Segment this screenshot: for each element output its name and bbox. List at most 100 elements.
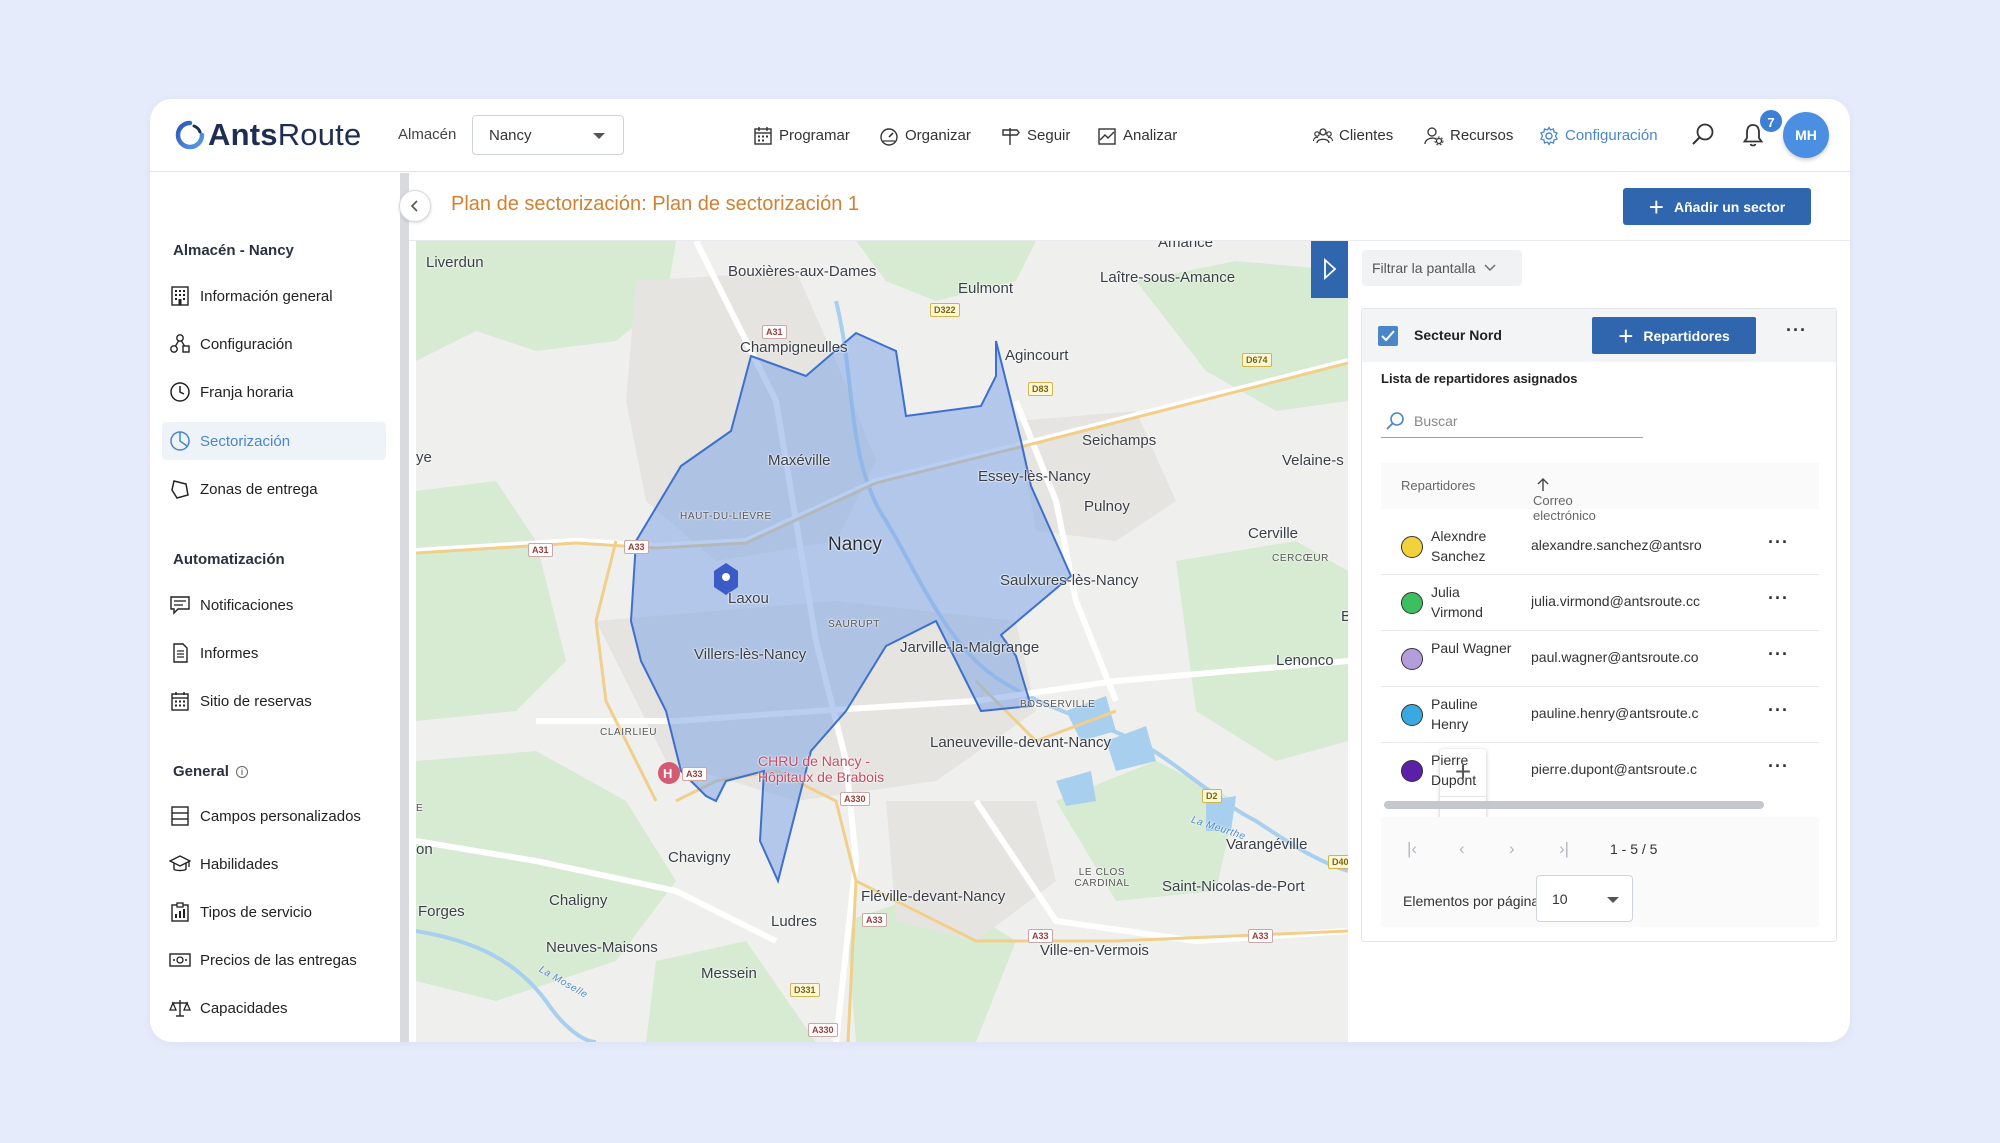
sidebar-item-precios-de-las-entregas[interactable]: Precios de las entregas	[162, 941, 386, 979]
driver-color-dot	[1401, 704, 1423, 726]
sidebar-item-informes[interactable]: Informes	[162, 634, 386, 672]
sidebar-item-campos-personalizados[interactable]: Campos personalizados	[162, 797, 386, 835]
map-place-label: Villers-lès-Nancy	[694, 646, 807, 663]
nav-organizar[interactable]: Organizar	[879, 99, 971, 172]
sidebar-item-habilidades[interactable]: Habilidades	[162, 845, 386, 883]
sidebar-item-configuracion[interactable]: Configuración	[162, 325, 386, 363]
items-per-page-select[interactable]: 10	[1536, 875, 1633, 922]
road-shield: D83	[1028, 382, 1053, 396]
row-more-options-icon[interactable]: ···	[1768, 532, 1789, 553]
signpost-icon	[1002, 127, 1020, 145]
sidebar-item-informacion-general[interactable]: Información general	[162, 277, 386, 315]
row-more-options-icon[interactable]: ···	[1768, 588, 1789, 609]
nav-configuracion[interactable]: Configuración	[1531, 99, 1666, 172]
resources-icon	[1424, 126, 1444, 145]
driver-name: Paul Wagner	[1431, 640, 1512, 656]
clipboard-icon	[171, 902, 189, 922]
map-district-label: SAURUPT	[828, 619, 880, 630]
table-horizontal-scrollbar[interactable]	[1384, 801, 1764, 809]
last-page-icon[interactable]: ›|	[1559, 839, 1569, 859]
row-more-options-icon[interactable]: ···	[1768, 644, 1789, 665]
notification-count-badge: 7	[1758, 108, 1784, 134]
sidebar-item-sectorizacion[interactable]: Sectorización	[162, 422, 386, 460]
nav-analizar-label: Analizar	[1123, 127, 1178, 144]
map-place-label: Amance	[1158, 241, 1214, 251]
search-icon[interactable]	[1689, 121, 1717, 149]
clock-icon	[170, 382, 190, 402]
road-shield: A33	[1028, 929, 1053, 943]
driver-color-dot	[1401, 592, 1423, 614]
table-row[interactable]: Paul Wagner paul.wagner@antsroute.co ···	[1381, 631, 1819, 687]
nav-recursos[interactable]: Recursos	[1424, 99, 1513, 172]
logo-ring-icon	[175, 120, 205, 150]
sidebar-section-general: General i	[173, 763, 249, 780]
warehouse-select[interactable]: Nancy	[472, 115, 624, 155]
map-place-label: Champigneulles	[740, 339, 848, 356]
nav-clientes[interactable]: Clientes	[1313, 99, 1393, 172]
table-row[interactable]: Pierre Dupont pierre.dupont@antsroute.c …	[1381, 743, 1819, 799]
map-place-label: Ville-en-Vermois	[1040, 942, 1149, 959]
graduation-cap-icon	[169, 855, 191, 872]
collapse-sidebar-button[interactable]	[399, 190, 431, 222]
nav-organizar-label: Organizar	[905, 127, 971, 144]
driver-name: Pauline Henry	[1431, 696, 1478, 732]
row-more-options-icon[interactable]: ···	[1768, 756, 1789, 777]
sidebar-item-label: Franja horaria	[200, 383, 294, 401]
dashboard-gauge-icon	[880, 127, 898, 146]
sidebar-item-label: Sitio de reservas	[200, 692, 312, 710]
map-place-label: Laxou	[728, 590, 769, 607]
toggle-panel-button[interactable]	[1311, 241, 1348, 298]
list-icon	[171, 806, 189, 826]
assigned-drivers-title: Lista de repartidores asignados	[1381, 371, 1578, 386]
add-sector-button[interactable]: + Añadir un sector	[1623, 188, 1811, 225]
previous-page-icon[interactable]: ‹	[1459, 839, 1465, 859]
driver-email: julia.virmond@antsroute.cc	[1531, 593, 1701, 609]
sidebar-item-label: Información general	[200, 287, 333, 305]
table-row[interactable]: Julia Virmond julia.virmond@antsroute.cc…	[1381, 575, 1819, 631]
driver-color-dot	[1401, 536, 1423, 558]
map-place-label: Neuves-Maisons	[546, 939, 658, 956]
nav-seguir[interactable]: Seguir	[1001, 99, 1070, 172]
map-place-label: Bouxières-aux-Dames	[728, 263, 877, 280]
sector-map[interactable]: H Liverdun Bouxières-aux-Dames Amance La…	[416, 241, 1348, 1042]
first-page-icon[interactable]: |‹	[1407, 839, 1417, 859]
sidebar-item-franja-horaria[interactable]: Franja horaria	[162, 373, 386, 411]
info-icon[interactable]: i	[236, 766, 249, 778]
map-place-label: Chaligny	[549, 892, 608, 909]
user-avatar[interactable]: MH	[1783, 112, 1829, 158]
map-place-label: Cerville	[1248, 525, 1299, 542]
antsroute-logo[interactable]: AntsRoute	[175, 117, 361, 153]
next-page-icon[interactable]: ›	[1509, 839, 1515, 859]
sidebar-item-notificaciones[interactable]: Notificaciones	[162, 586, 386, 624]
row-more-options-icon[interactable]: ···	[1768, 700, 1789, 721]
road-shield: D2	[1202, 789, 1222, 803]
sidebar-item-tipos-de-servicio[interactable]: Tipos de servicio	[162, 893, 386, 931]
filter-screen-dropdown[interactable]: Filtrar la pantalla	[1362, 250, 1522, 286]
sidebar-scrollbar[interactable]	[400, 173, 409, 1042]
nav-analizar[interactable]: Analizar	[1097, 99, 1177, 172]
sidebar-item-capacidades[interactable]: Capacidades	[162, 989, 386, 1027]
driver-search-input[interactable]	[1414, 410, 1634, 432]
sidebar-item-zonas-de-entrega[interactable]: Zonas de entrega	[162, 470, 386, 508]
nav-programar[interactable]: Programar	[753, 99, 850, 172]
more-options-icon[interactable]: ···	[1786, 320, 1807, 341]
nav-programar-label: Programar	[779, 127, 850, 144]
logo-text: AntsRoute	[208, 117, 362, 152]
map-district-label: BOSSERVILLE	[1020, 699, 1096, 710]
app-window: AntsRoute Almacén Nancy Programar Organi…	[150, 99, 1850, 1042]
add-drivers-button[interactable]: + Repartidores	[1592, 317, 1756, 354]
map-place-label: Velaine-s	[1282, 452, 1344, 469]
column-header-email[interactable]: Correo electrónico	[1533, 478, 1596, 523]
map-place-label: Agincourt	[1005, 347, 1069, 364]
map-place-label: Laître-sous-Amance	[1100, 269, 1236, 286]
sidebar-item-label: Precios de las entregas	[200, 951, 357, 969]
map-place-label: Forges	[418, 903, 465, 920]
chart-icon	[1098, 127, 1116, 145]
table-row[interactable]: Pauline Henry pauline.henry@antsroute.c …	[1381, 687, 1819, 743]
driver-color-dot	[1401, 760, 1423, 782]
map-place-label: Saint-Nicolas-de-Port	[1162, 878, 1305, 895]
sector-checkbox[interactable]	[1378, 326, 1398, 346]
sidebar-item-sitio-de-reservas[interactable]: Sitio de reservas	[162, 682, 386, 720]
column-header-drivers[interactable]: Repartidores	[1401, 478, 1475, 493]
table-row[interactable]: Alexndre Sanchez alexandre.sanchez@antsr…	[1381, 519, 1819, 575]
